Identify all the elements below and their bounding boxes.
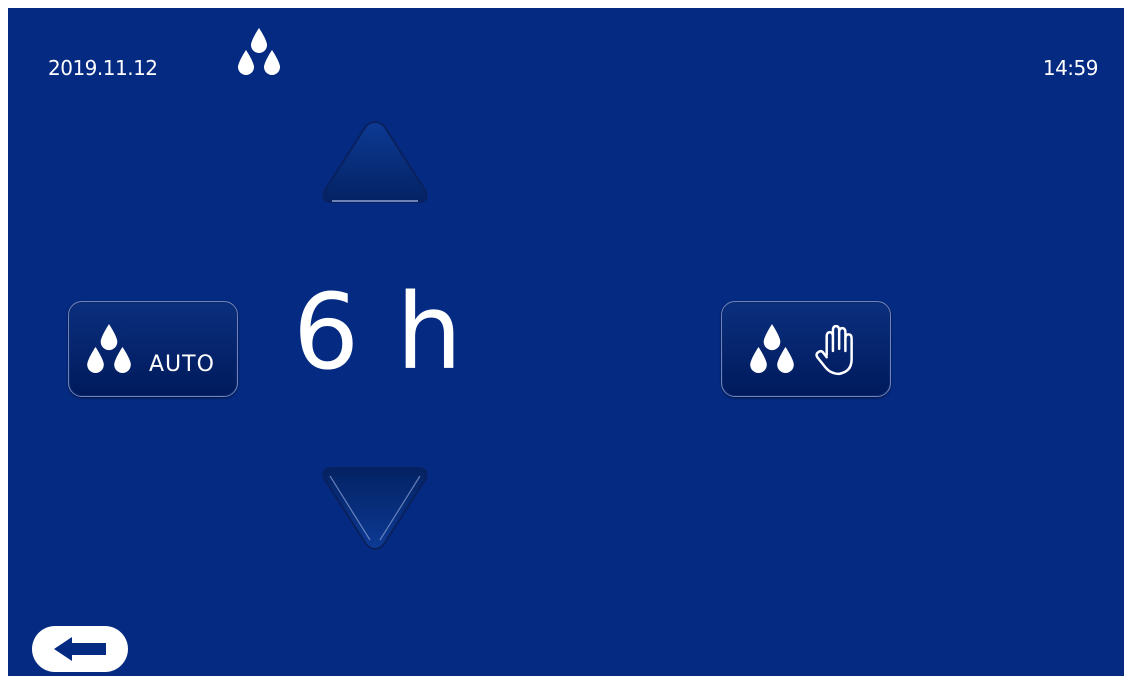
decrease-button[interactable] xyxy=(320,466,430,556)
time-display: 14:59 xyxy=(1042,56,1099,80)
manual-mode-button[interactable] xyxy=(721,301,891,397)
three-drops-icon xyxy=(87,324,131,373)
back-button[interactable] xyxy=(32,626,128,672)
auto-label: AUTO xyxy=(149,352,215,377)
screen: 2019.11.12 14:59 6 h AUTO xyxy=(8,8,1124,676)
duration-number: 6 xyxy=(293,271,362,393)
auto-mode-button[interactable]: AUTO xyxy=(68,301,238,397)
three-drops-icon xyxy=(238,28,280,75)
duration-value: 6 h xyxy=(293,262,493,402)
increase-button[interactable] xyxy=(320,120,430,210)
hand-icon xyxy=(815,324,853,376)
arrow-left-icon xyxy=(54,637,106,661)
date-display: 2019.11.12 xyxy=(48,56,158,80)
duration-unit: h xyxy=(396,271,465,393)
three-drops-icon xyxy=(750,324,794,373)
